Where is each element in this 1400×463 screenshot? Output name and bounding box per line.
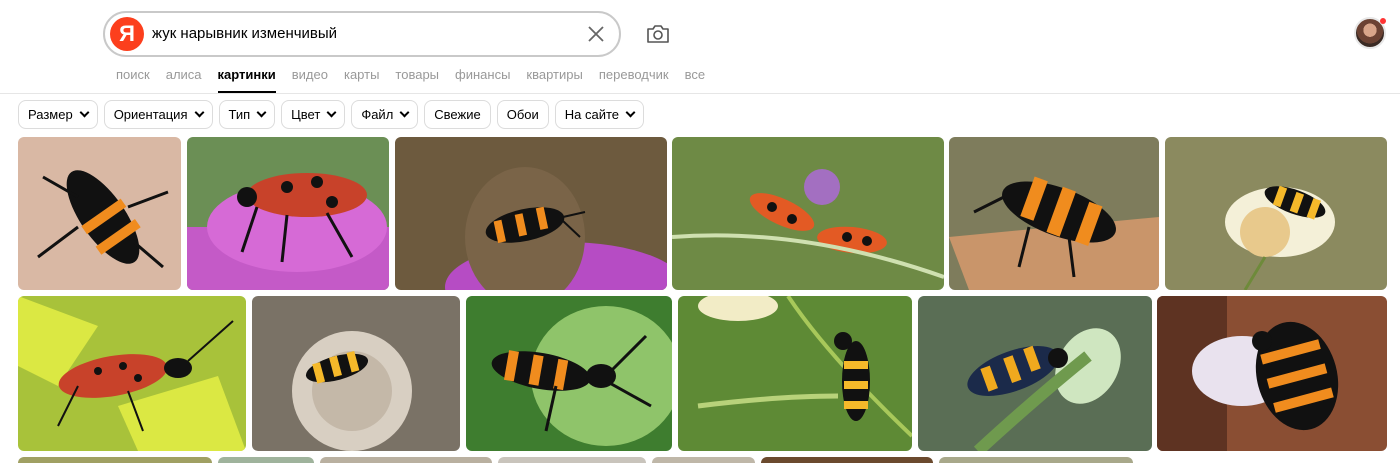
filter-label: Свежие: [434, 107, 481, 122]
tab-maps[interactable]: карты: [344, 67, 379, 93]
chevron-down-icon: [256, 107, 267, 118]
filter-fresh[interactable]: Свежие: [424, 100, 491, 129]
filter-label: Тип: [228, 107, 251, 122]
tab-realty[interactable]: квартиры: [526, 67, 582, 93]
tab-translator[interactable]: переводчик: [599, 67, 669, 93]
chevron-down-icon: [399, 107, 410, 118]
chevron-down-icon: [326, 107, 337, 118]
filter-on-site[interactable]: На сайте: [554, 100, 645, 129]
image-result[interactable]: [672, 137, 944, 290]
image-result[interactable]: [466, 296, 672, 451]
notification-dot: [1380, 18, 1386, 24]
filter-color[interactable]: Цвет: [281, 100, 346, 129]
chevron-down-icon: [194, 107, 204, 118]
filter-wallpapers[interactable]: Обои: [496, 100, 549, 129]
image-result[interactable]: [18, 457, 212, 463]
image-result[interactable]: [395, 137, 667, 290]
image-result[interactable]: [939, 457, 1133, 463]
filter-label: На сайте: [564, 107, 620, 122]
tab-products[interactable]: товары: [395, 67, 439, 93]
image-result[interactable]: [761, 457, 933, 463]
tab-all[interactable]: все: [685, 67, 706, 93]
tab-images[interactable]: картинки: [217, 67, 276, 93]
filter-file[interactable]: Файл: [351, 100, 419, 129]
image-result[interactable]: [652, 457, 755, 463]
image-result[interactable]: [187, 137, 389, 290]
filter-label: Обои: [506, 107, 539, 122]
image-result[interactable]: [678, 296, 912, 451]
filter-type[interactable]: Тип: [218, 100, 276, 129]
chevron-down-icon: [625, 107, 636, 118]
camera-icon[interactable]: [644, 20, 672, 48]
image-result[interactable]: [498, 457, 646, 463]
filter-size[interactable]: Размер: [18, 100, 98, 129]
image-result[interactable]: [218, 457, 314, 463]
image-result[interactable]: [320, 457, 492, 463]
tab-search[interactable]: поиск: [116, 67, 150, 93]
search-box[interactable]: Я жук нарывник изменчивый: [103, 11, 621, 57]
filter-label: Файл: [361, 107, 394, 122]
filter-bar: Размер Ориентация Тип Цвет Файл Свежие О…: [18, 100, 645, 129]
clear-icon[interactable]: [585, 23, 607, 45]
filter-label: Цвет: [291, 107, 321, 122]
tab-alice[interactable]: алиса: [166, 67, 202, 93]
header: Я жук нарывник изменчивый поиск алиса ка…: [0, 0, 1400, 94]
tab-video[interactable]: видео: [292, 67, 328, 93]
filter-orientation[interactable]: Ориентация: [103, 100, 213, 129]
filter-label: Ориентация: [113, 107, 188, 122]
image-result[interactable]: [18, 296, 246, 451]
filter-label: Размер: [28, 107, 73, 122]
yandex-logo[interactable]: Я: [110, 17, 144, 51]
tab-finance[interactable]: финансы: [455, 67, 510, 93]
image-result[interactable]: [1157, 296, 1387, 451]
chevron-down-icon: [79, 107, 90, 118]
image-result[interactable]: [252, 296, 460, 451]
search-input[interactable]: жук нарывник изменчивый: [152, 25, 337, 42]
search-tabs: поиск алиса картинки видео карты товары …: [116, 67, 721, 93]
image-result[interactable]: [18, 137, 181, 290]
image-result[interactable]: [1165, 137, 1387, 290]
image-result[interactable]: [918, 296, 1152, 451]
image-result[interactable]: [949, 137, 1159, 290]
